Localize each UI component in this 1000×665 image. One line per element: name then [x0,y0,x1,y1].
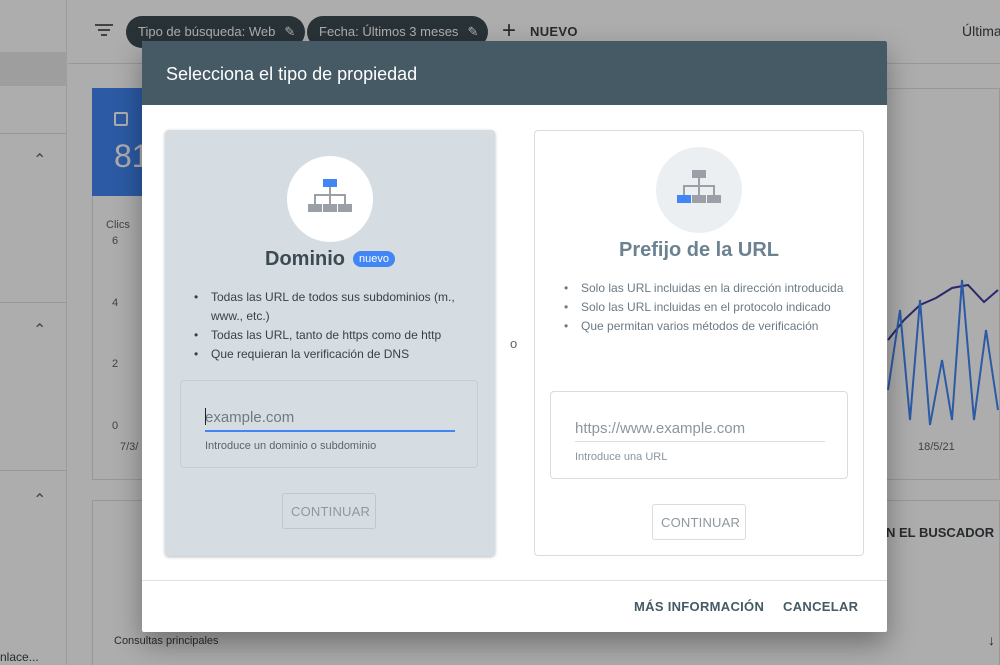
url-prefix-title: Prefijo de la URL [618,239,780,261]
input-underline [575,441,825,442]
domain-icon-circle [287,156,373,242]
domain-title-text: Dominio [265,248,345,270]
url-helper-text: Introduce una URL [575,451,668,463]
domain-title: Dominio nuevo [165,248,495,271]
dialog-footer-divider [142,580,887,581]
more-info-button[interactable]: MÁS INFORMACIÓN [634,593,764,619]
list-item: Todas las URL de todos sus subdominios (… [194,288,480,326]
url-continue-button[interactable]: CONTINUAR [652,504,746,540]
property-type-dialog: Selecciona el tipo de propiedad Dominio n… [142,41,887,632]
sitemap-icon [308,179,352,212]
or-separator: o [510,336,518,351]
domain-helper-text: Introduce un dominio o subdominio [205,440,377,452]
domain-feature-list: Todas las URL de todos sus subdominios (… [194,288,480,364]
input-underline [205,430,455,432]
url-prefix-feature-list: Solo las URL incluidas en la dirección i… [564,279,850,336]
text-caret [205,408,206,425]
dialog-title: Selecciona el tipo de propiedad [166,64,418,84]
domain-option-card[interactable]: Dominio nuevo Todas las URL de todos sus … [165,130,495,556]
domain-input-container: Introduce un dominio o subdominio [180,380,478,468]
url-prefix-option-card[interactable]: Prefijo de la URL Solo las URL incluidas… [534,130,864,556]
new-badge: nuevo [353,251,395,267]
list-item: Que requieran la verificación de DNS [194,345,480,364]
dialog-header: Selecciona el tipo de propiedad [142,41,887,105]
list-item: Todas las URL, tanto de https como de ht… [194,326,480,345]
sitemap-icon [677,170,721,203]
list-item: Solo las URL incluidas en la dirección i… [564,279,850,298]
domain-input[interactable] [205,403,455,431]
url-input[interactable] [575,414,825,442]
url-icon-circle [656,147,742,233]
domain-continue-button[interactable]: CONTINUAR [282,493,376,529]
url-input-container: Introduce una URL [550,391,848,479]
cancel-button[interactable]: CANCELAR [783,593,858,619]
list-item: Solo las URL incluidas en el protocolo i… [564,298,850,317]
list-item: Que permitan varios métodos de verificac… [564,317,850,336]
